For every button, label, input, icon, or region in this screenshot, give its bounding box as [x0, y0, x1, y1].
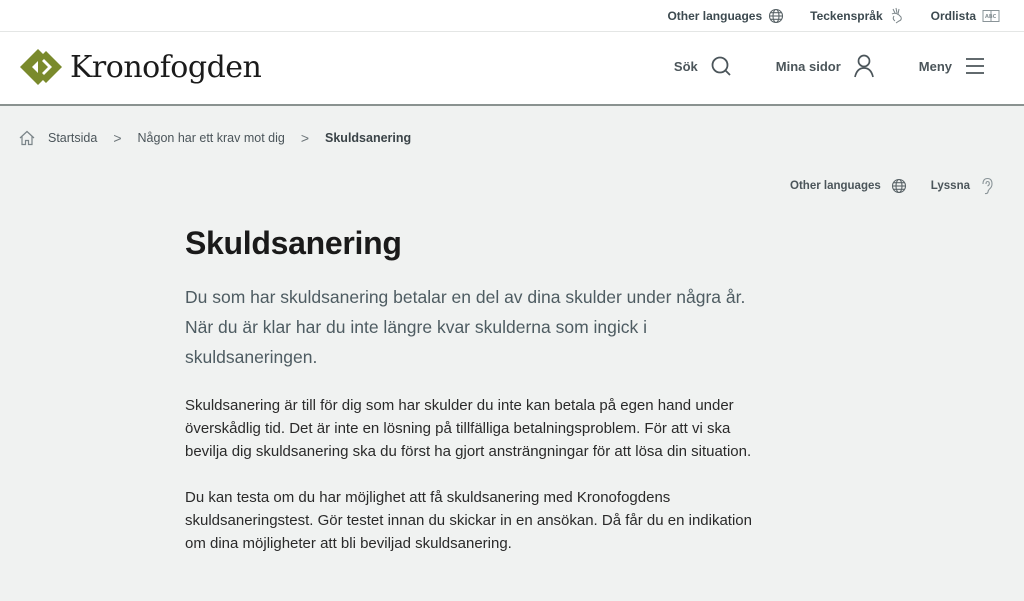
logo-text: Kronofogden: [70, 49, 262, 85]
globe-icon: [891, 178, 906, 194]
kronofogden-logo[interactable]: Kronofogden: [20, 47, 262, 87]
menu-button[interactable]: Meny: [919, 56, 986, 76]
other-languages-link[interactable]: Other languages: [667, 8, 784, 24]
my-pages-label: Mina sidor: [775, 58, 841, 74]
chevron-right-icon: >: [300, 130, 310, 146]
ear-icon: [982, 177, 993, 195]
sign-language-link[interactable]: Teckenspråk: [810, 7, 905, 25]
user-icon: [853, 54, 874, 78]
glossary-book-icon: ABC: [982, 9, 1000, 22]
menu-label: Meny: [918, 58, 952, 74]
main-content: Skuldsanering Du som har skuldsanering b…: [185, 225, 765, 555]
sign-language-icon: [891, 7, 902, 23]
main-nav: Sök Mina sidor Meny: [630, 54, 986, 78]
other-languages-label: Other languages: [667, 8, 763, 23]
sign-language-label: Teckenspråk: [810, 8, 883, 23]
breadcrumb-current: Skuldsanering: [325, 131, 412, 145]
menu-icon: [966, 58, 984, 74]
logo-diamond-icon: [20, 49, 62, 85]
listen-button[interactable]: Lyssna: [931, 177, 994, 195]
chevron-right-icon: >: [113, 130, 122, 146]
glossary-link[interactable]: Ordlista ABC: [931, 9, 1000, 23]
page-other-languages-label: Other languages: [790, 180, 881, 192]
body-paragraph: Du kan testa om du har möjlighet att få …: [185, 489, 752, 552]
glossary-label: Ordlista: [930, 8, 976, 23]
page-other-languages-link[interactable]: Other languages: [790, 178, 907, 194]
page-title: Skuldsanering: [185, 225, 402, 261]
listen-label: Lyssna: [930, 180, 970, 192]
breadcrumb: Startsida > Någon har ett krav mot dig >…: [18, 130, 411, 146]
breadcrumb-krav[interactable]: Någon har ett krav mot dig: [138, 131, 285, 145]
search-icon: [711, 56, 731, 76]
home-icon[interactable]: [18, 130, 36, 146]
page-tools: Other languages Lyssna: [766, 177, 994, 195]
utility-bar: Other languages Teckenspråk Ordlista ABC: [0, 0, 1024, 32]
search-label: Sök: [673, 58, 698, 74]
lead-paragraph: Du som har skuldsanering betalar en del …: [185, 287, 746, 367]
breadcrumb-home[interactable]: Startsida: [48, 131, 97, 145]
search-button[interactable]: Sök: [674, 55, 732, 77]
site-header: Kronofogden Sök Mina sidor Meny: [0, 32, 1024, 106]
my-pages-button[interactable]: Mina sidor: [776, 54, 875, 78]
body-paragraph: Skuldsanering är till för dig som har sk…: [185, 397, 752, 460]
svg-text:ABC: ABC: [985, 14, 997, 20]
globe-icon: [769, 8, 784, 23]
